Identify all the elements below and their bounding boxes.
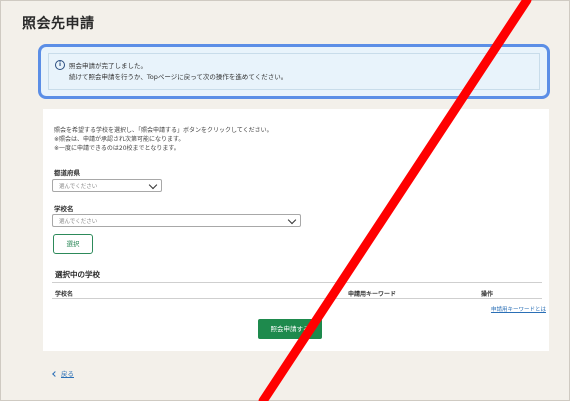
application-form-card: 照会を希望する学校を選択し、「照会申請する」ボタンをクリックしてください。 ※照…	[43, 109, 549, 351]
chevron-down-icon	[287, 215, 297, 225]
selected-schools-title: 選択中の学校	[55, 270, 100, 279]
notice-message-line2: 続けて照会申請を行うか、Topページに戻って次の操作を進めてください。	[69, 73, 288, 81]
submit-application-button[interactable]: 照会申請する	[258, 319, 322, 339]
back-link[interactable]: 戻る	[52, 368, 74, 378]
column-header-keyword: 申請用キーワード	[348, 291, 397, 298]
school-label: 学校名	[54, 205, 74, 213]
column-header-school-name: 学校名	[55, 291, 74, 298]
section-divider	[52, 282, 542, 283]
page-title: 照会先申請	[22, 16, 95, 32]
chevron-down-icon	[148, 180, 158, 190]
instruction-text: 照会を希望する学校を選択し、「照会申請する」ボタンをクリックしてください。	[54, 127, 273, 134]
school-select[interactable]: 選んでください	[52, 214, 301, 227]
completion-notice: i 照会申請が完了しました。 続けて照会申請を行うか、Topページに戻って次の操…	[38, 44, 550, 99]
notice-inner: i 照会申請が完了しました。 続けて照会申請を行うか、Topページに戻って次の操…	[48, 53, 540, 90]
select-button[interactable]: 選択	[53, 234, 93, 254]
instruction-note-approval: ※照会は、申請が承認され次第可能になります。	[54, 136, 185, 143]
chevron-left-icon	[52, 371, 58, 377]
prefecture-label: 都道府県	[54, 169, 80, 177]
keyword-help-link[interactable]: 申請用キーワードとは	[491, 305, 546, 313]
notice-message-line1: 照会申請が完了しました。	[69, 62, 147, 70]
prefecture-select[interactable]: 選んでください	[52, 179, 162, 192]
prefecture-select-value: 選んでください	[59, 184, 98, 190]
page-container: 照会先申請 i 照会申請が完了しました。 続けて照会申請を行うか、Topページに…	[0, 0, 570, 401]
table-header-divider	[52, 298, 542, 299]
info-icon: i	[55, 60, 65, 70]
back-link-label: 戻る	[61, 370, 74, 378]
column-header-action: 操作	[481, 291, 494, 298]
instruction-note-limit: ※一度に申請できるのは20校までとなります。	[54, 145, 180, 152]
school-select-value: 選んでください	[59, 219, 98, 225]
